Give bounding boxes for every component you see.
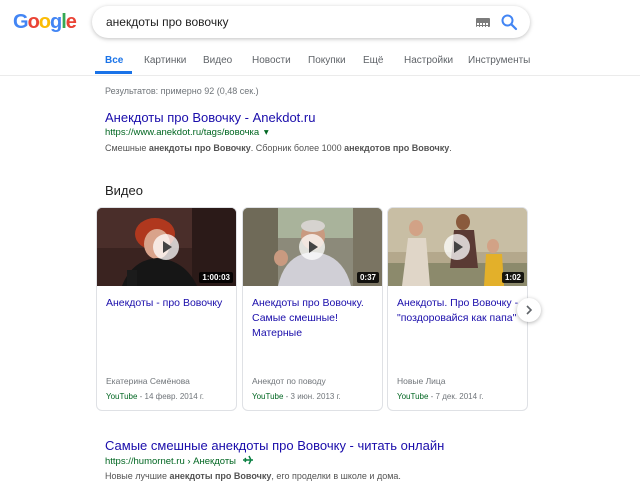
video-thumbnail: 0:37 — [243, 208, 382, 286]
tab-more[interactable]: Ещё — [363, 55, 383, 66]
tab-images[interactable]: Картинки — [144, 55, 186, 66]
video-title: Анекдоты про Вовочку. Самые смешные! Мат… — [252, 297, 364, 339]
video-meta: YouTube - 3 июн. 2013 г. — [252, 392, 341, 401]
video-meta: YouTube - 14 февр. 2014 г. — [106, 392, 204, 401]
video-card[interactable]: 1:00:03 Анекдоты - про Вовочку Екатерина… — [96, 207, 237, 411]
snippet-text: Новые лучшие — [105, 471, 170, 481]
logo-letter: G — [13, 11, 29, 33]
logo-letter: g — [50, 11, 62, 33]
video-date: - 14 февр. 2014 г. — [137, 392, 205, 401]
snippet-text: . — [449, 143, 452, 153]
video-source: YouTube — [397, 392, 429, 401]
video-author: Новые Лица — [397, 376, 446, 386]
google-logo[interactable]: Google — [13, 11, 77, 34]
play-icon — [153, 234, 179, 260]
video-card[interactable]: 0:37 Анекдоты про Вовочку. Самые смешные… — [242, 207, 383, 411]
plane-icon — [242, 455, 253, 468]
tab-settings[interactable]: Настройки — [404, 55, 453, 66]
active-tab-indicator — [95, 71, 132, 74]
video-title: Анекдоты. Про Вовочку - "поздоровайся ка… — [397, 297, 519, 324]
result-title-anekdot[interactable]: Анекдоты про Вовочку - Anekdot.ru — [105, 110, 315, 125]
video-card[interactable]: 1:02 Анекдоты. Про Вовочку - "поздоровай… — [387, 207, 528, 411]
video-source: YouTube — [106, 392, 138, 401]
result-url-text: https://www.anekdot.ru/tags/вовочка — [105, 127, 260, 138]
snippet-highlight: анекдоты про Вовочку — [148, 143, 251, 153]
result-snippet-anekdot: Смешные анекдоты про Вовочку. Сборник бо… — [105, 143, 452, 153]
snippet-highlight: анекдотов про Вовочку — [344, 143, 450, 153]
play-icon — [444, 234, 470, 260]
keyboard-icon[interactable] — [476, 18, 490, 30]
logo-letter: o — [27, 11, 40, 33]
videos-section-title: Видео — [105, 183, 143, 198]
video-author: Анекдот по поводу — [252, 376, 326, 386]
tab-videos[interactable]: Видео — [203, 55, 232, 66]
result-title-humornet[interactable]: Самые смешные анекдоты про Вовочку - чит… — [105, 438, 444, 453]
video-duration: 1:00:03 — [199, 272, 233, 283]
snippet-text: . Сборник более 1000 — [250, 143, 345, 153]
video-date: - 3 июн. 2013 г. — [283, 392, 341, 401]
video-title: Анекдоты - про Вовочку — [106, 297, 223, 309]
carousel-next-button[interactable] — [517, 298, 541, 322]
video-meta: YouTube - 7 дек. 2014 г. — [397, 392, 483, 401]
result-snippet-humornet: Новые лучшие анекдоты про Вовочку, его п… — [105, 471, 401, 481]
logo-letter: o — [38, 11, 51, 33]
video-thumbnail: 1:00:03 — [97, 208, 236, 286]
logo-letter: e — [65, 11, 77, 33]
magnifier-icon[interactable] — [500, 13, 518, 31]
play-icon — [299, 234, 325, 260]
snippet-text: Смешные — [105, 143, 149, 153]
result-stats: Результатов: примерно 92 (0,48 сек.) — [105, 86, 259, 96]
video-date: - 7 дек. 2014 г. — [428, 392, 484, 401]
snippet-highlight: анекдоты про Вовочку — [169, 471, 272, 481]
snippet-text: , его проделки в школе и дома. — [271, 471, 401, 481]
tab-all[interactable]: Все — [105, 55, 123, 66]
tab-news[interactable]: Новости — [252, 55, 291, 66]
result-url-anekdot[interactable]: https://www.anekdot.ru/tags/вовочка ▾ — [105, 127, 269, 138]
video-duration: 0:37 — [356, 272, 379, 283]
url-dropdown-caret-icon[interactable]: ▾ — [264, 127, 269, 138]
result-url-humornet[interactable]: https://humornet.ru › Анекдоты — [105, 455, 253, 468]
video-source: YouTube — [252, 392, 284, 401]
tab-tools[interactable]: Инструменты — [468, 55, 530, 66]
search-box — [92, 6, 530, 38]
tab-shopping[interactable]: Покупки — [308, 55, 346, 66]
search-tabs: Все Картинки Видео Новости Покупки Ещё Н… — [0, 47, 640, 76]
video-author: Екатерина Семёнова — [106, 376, 190, 386]
video-duration: 1:02 — [501, 272, 524, 283]
chevron-right-icon — [526, 305, 533, 315]
video-thumbnail: 1:02 — [388, 208, 527, 286]
search-input[interactable] — [106, 6, 466, 38]
result-url-text: https://humornet.ru › Анекдоты — [105, 456, 236, 468]
